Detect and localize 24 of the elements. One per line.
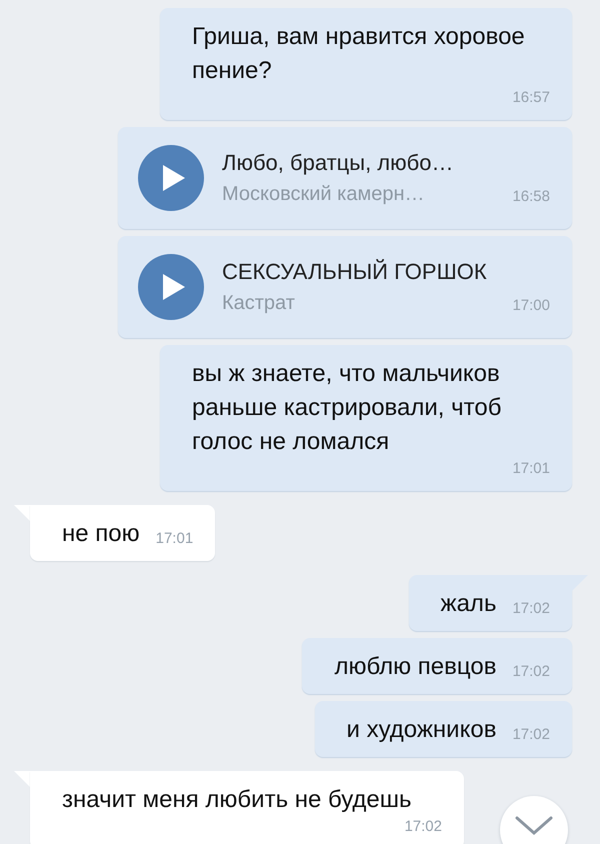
- message-time: 17:02: [512, 599, 550, 619]
- message-text: вы ж знаете, что мальчиков раньше кастрировали, чтоб голос не ломался: [192, 359, 502, 457]
- track-artist: Московский камерн…: [222, 182, 425, 207]
- message-text: Гриша, вам нравится хоровое пение?: [192, 22, 526, 86]
- message-time: 17:02: [404, 817, 442, 837]
- message-time: 17:00: [512, 296, 550, 316]
- message-text: значит меня любить не будешь: [62, 785, 412, 815]
- message-text: люблю певцов: [334, 652, 496, 682]
- scroll-down-button[interactable]: [500, 796, 568, 844]
- chevron-down-icon: [515, 816, 553, 836]
- play-icon: [162, 165, 184, 191]
- message-text: не пою: [62, 519, 140, 549]
- message-time: 17:02: [512, 662, 550, 682]
- message-text: и художников: [346, 715, 496, 745]
- track-artist: Кастрат: [222, 291, 295, 316]
- message-time: 17:01: [512, 459, 550, 479]
- track-title: Любо, братцы, любо…: [222, 149, 454, 177]
- message-time: 16:58: [512, 187, 550, 207]
- message-time: 17:01: [156, 529, 194, 549]
- play-icon: [162, 274, 184, 300]
- message-text: жаль: [440, 589, 496, 619]
- message-time: 16:57: [512, 88, 550, 108]
- track-title: СЕКСУАЛЬНЫЙ ГОРШОК: [222, 258, 488, 286]
- message-time: 17:02: [512, 725, 550, 745]
